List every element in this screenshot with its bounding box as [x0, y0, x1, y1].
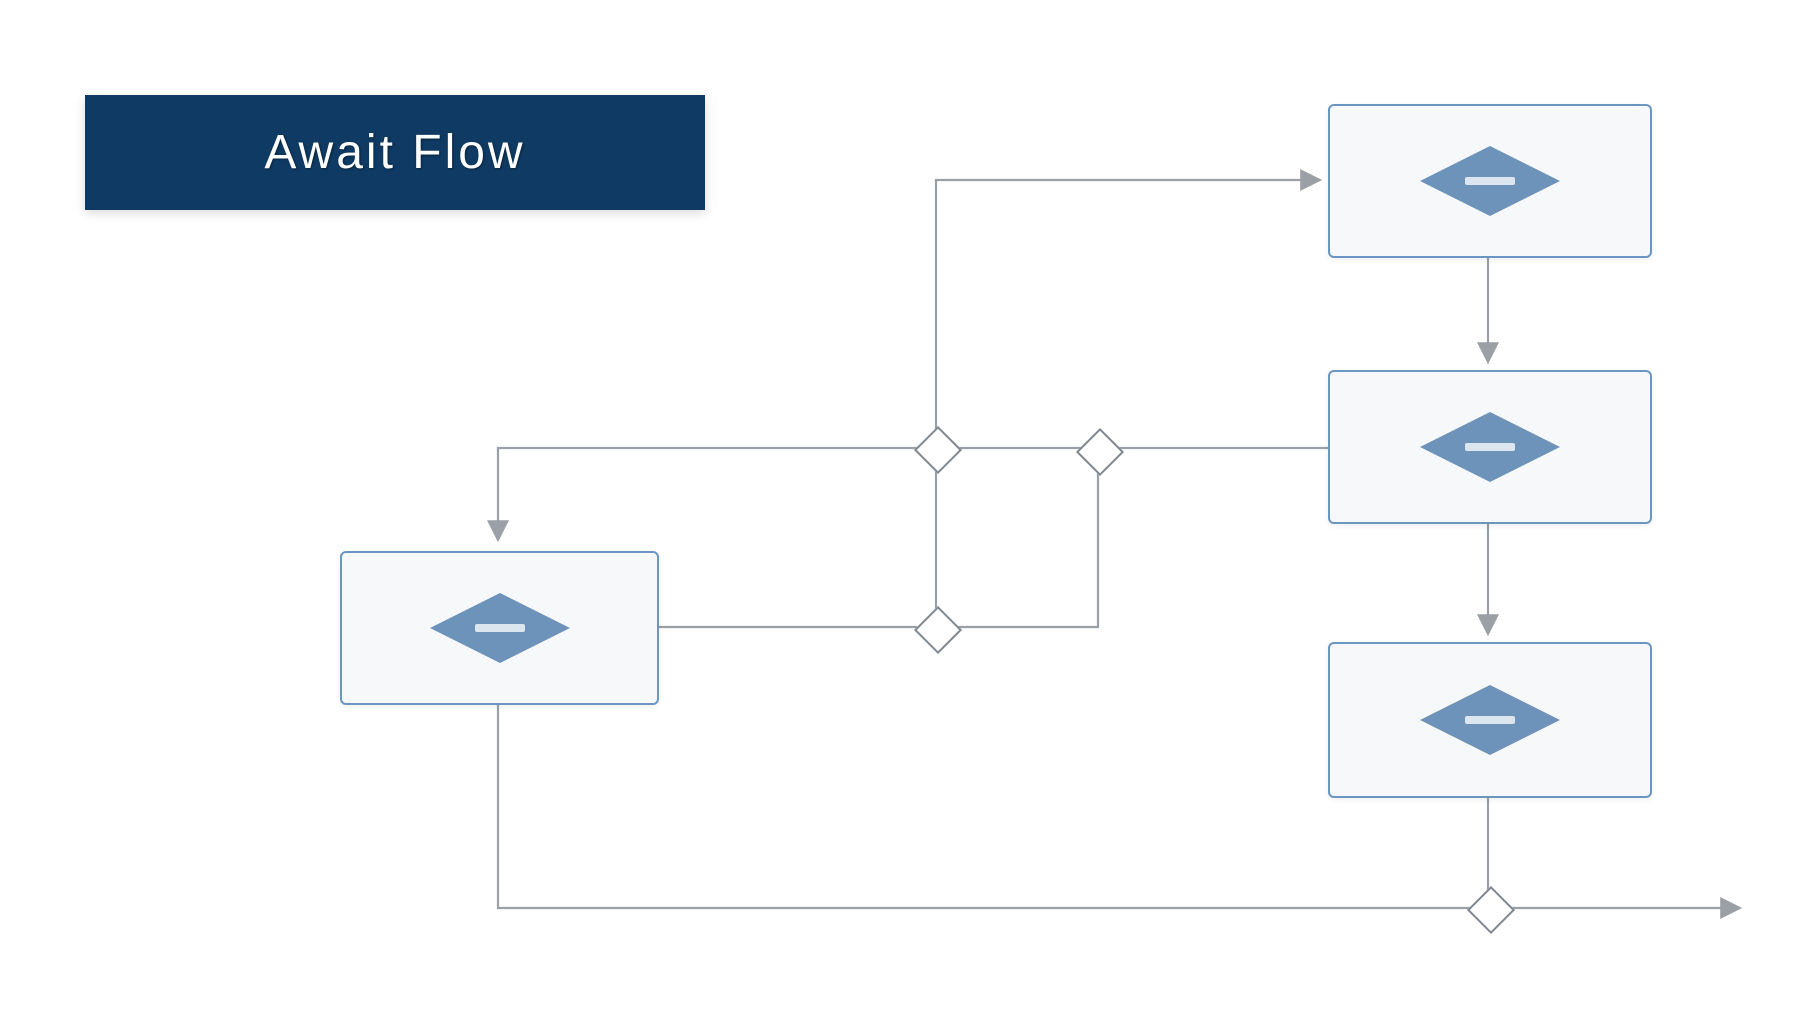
- title-text: Await Flow: [264, 125, 525, 180]
- flow-box-right-3: [1328, 642, 1652, 798]
- diamond-icon: [1410, 402, 1570, 492]
- diamond-icon: [420, 583, 580, 673]
- flow-box-left: [340, 551, 659, 705]
- title-banner: Await Flow: [85, 95, 705, 210]
- flow-box-right-2: [1328, 370, 1652, 524]
- decision-bottom: [914, 606, 962, 654]
- decision-top-right: [1076, 428, 1124, 476]
- diagram-canvas: Await Flow: [0, 0, 1820, 1024]
- diamond-icon: [1410, 136, 1570, 226]
- decision-top-left: [914, 426, 962, 474]
- decision-exit: [1467, 886, 1515, 934]
- diamond-icon: [1410, 675, 1570, 765]
- flow-box-right-1: [1328, 104, 1652, 258]
